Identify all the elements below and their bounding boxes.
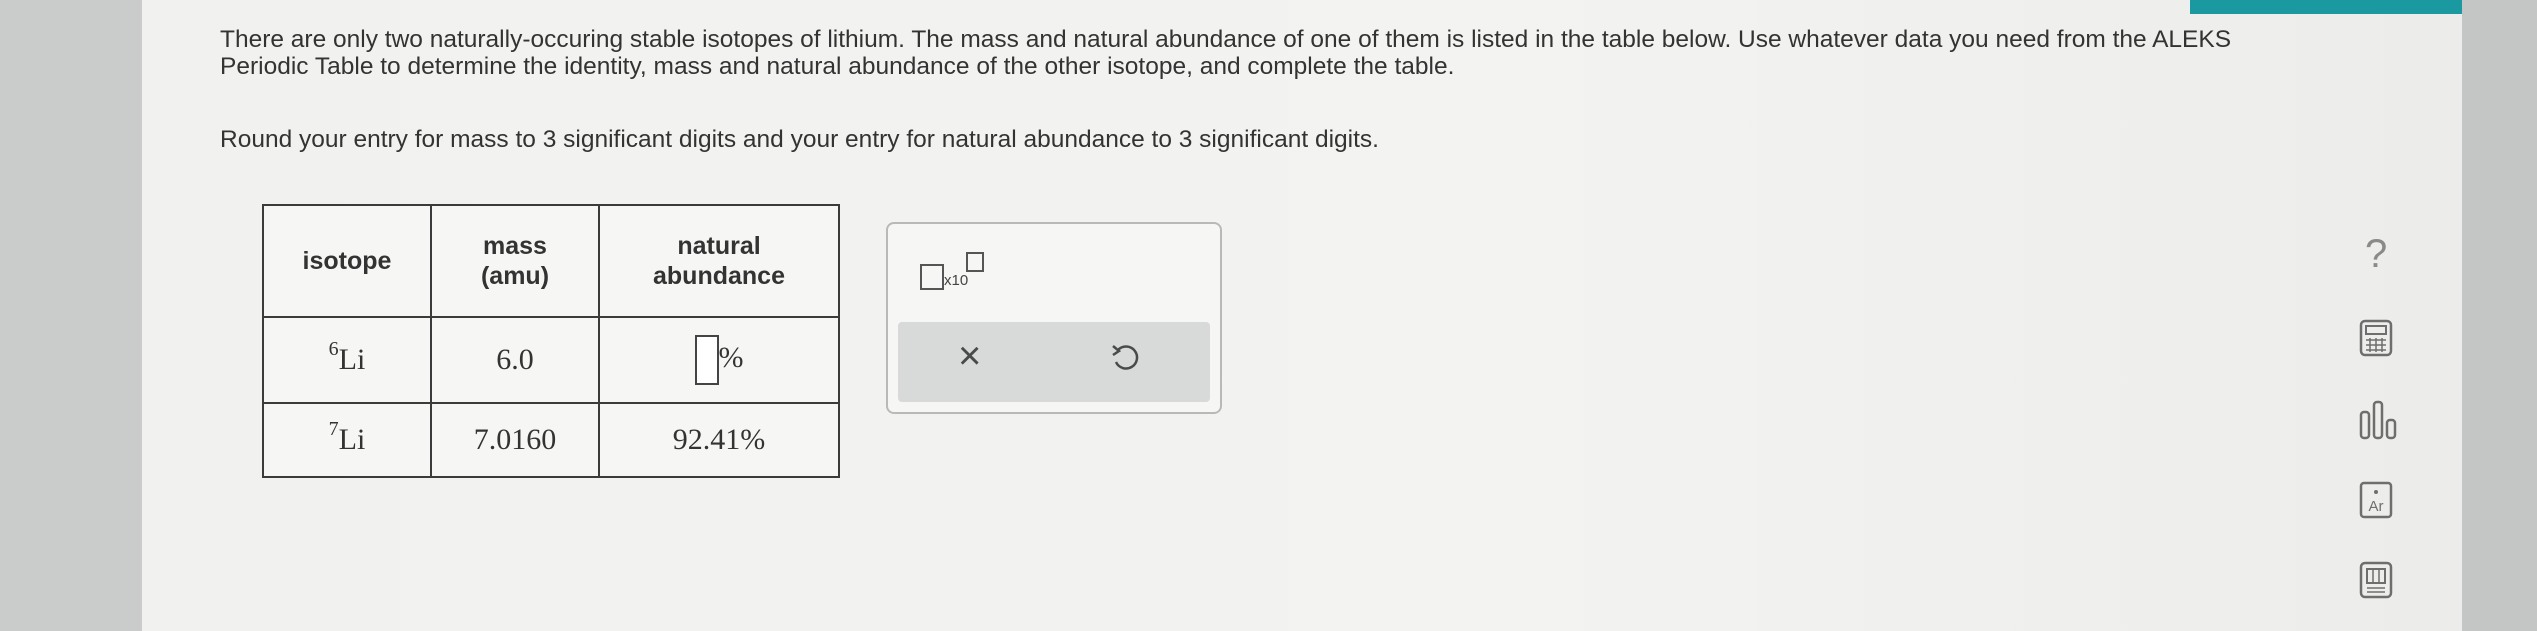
coefficient-box-icon [920, 264, 944, 290]
mass-cell: 7.0160 [430, 402, 600, 478]
top-accent-bar [2190, 0, 2462, 14]
scientific-notation-button[interactable]: x10 [918, 248, 988, 298]
table-row: 7Li 7.0160 92.41% [262, 402, 840, 478]
x10-label: x10 [944, 272, 969, 289]
bar-chart-icon[interactable] [2358, 398, 2398, 447]
mass-number: 7 [328, 418, 339, 440]
table-row: 6Li 6.0 % [262, 316, 840, 404]
exponent-box-icon [966, 252, 984, 272]
abundance-input[interactable] [694, 335, 719, 385]
abundance-header-line1: natural [677, 232, 761, 260]
rounding-instructions: Round your entry for mass to 3 significa… [220, 126, 1379, 153]
mass-header: mass (amu) [430, 204, 600, 318]
abundance-header-line2: abundance [653, 262, 785, 290]
abundance-cell: 92.41% [598, 402, 840, 478]
textbook-icon[interactable] [2358, 560, 2394, 607]
calculator-icon[interactable] [2358, 318, 2394, 363]
periodic-table-icon[interactable]: Ar [2358, 480, 2394, 525]
clear-button[interactable]: × [958, 334, 981, 379]
element-symbol: Li [338, 423, 366, 456]
help-icon[interactable]: ? [2365, 232, 2387, 277]
action-bar: × [898, 322, 1210, 402]
element-symbol: Li [338, 343, 366, 376]
percent-unit: % [718, 340, 744, 374]
mass-cell[interactable]: 6.0 [430, 316, 600, 404]
undo-icon[interactable] [1110, 340, 1140, 379]
mass-header-unit: (amu) [480, 262, 550, 290]
abundance-cell: % [598, 316, 840, 404]
abundance-header: natural abundance [598, 204, 840, 318]
question-text: There are only two naturally-occuring st… [220, 26, 2232, 80]
isotope-table: isotope mass (amu) natural abundance 6Li… [262, 204, 840, 478]
mass-number: 6 [328, 338, 339, 360]
left-margin [0, 0, 142, 631]
isotope-cell: 7Li [262, 402, 432, 478]
mass-header-label: mass [483, 232, 547, 260]
right-scroll-strip [2462, 0, 2537, 631]
isotope-cell: 6Li [262, 316, 432, 404]
table-header-row: isotope mass (amu) natural abundance [262, 204, 840, 318]
answer-tool-panel: x10 × [886, 222, 1222, 414]
isotope-header: isotope [262, 204, 432, 318]
periodic-label: Ar [2369, 498, 2384, 515]
